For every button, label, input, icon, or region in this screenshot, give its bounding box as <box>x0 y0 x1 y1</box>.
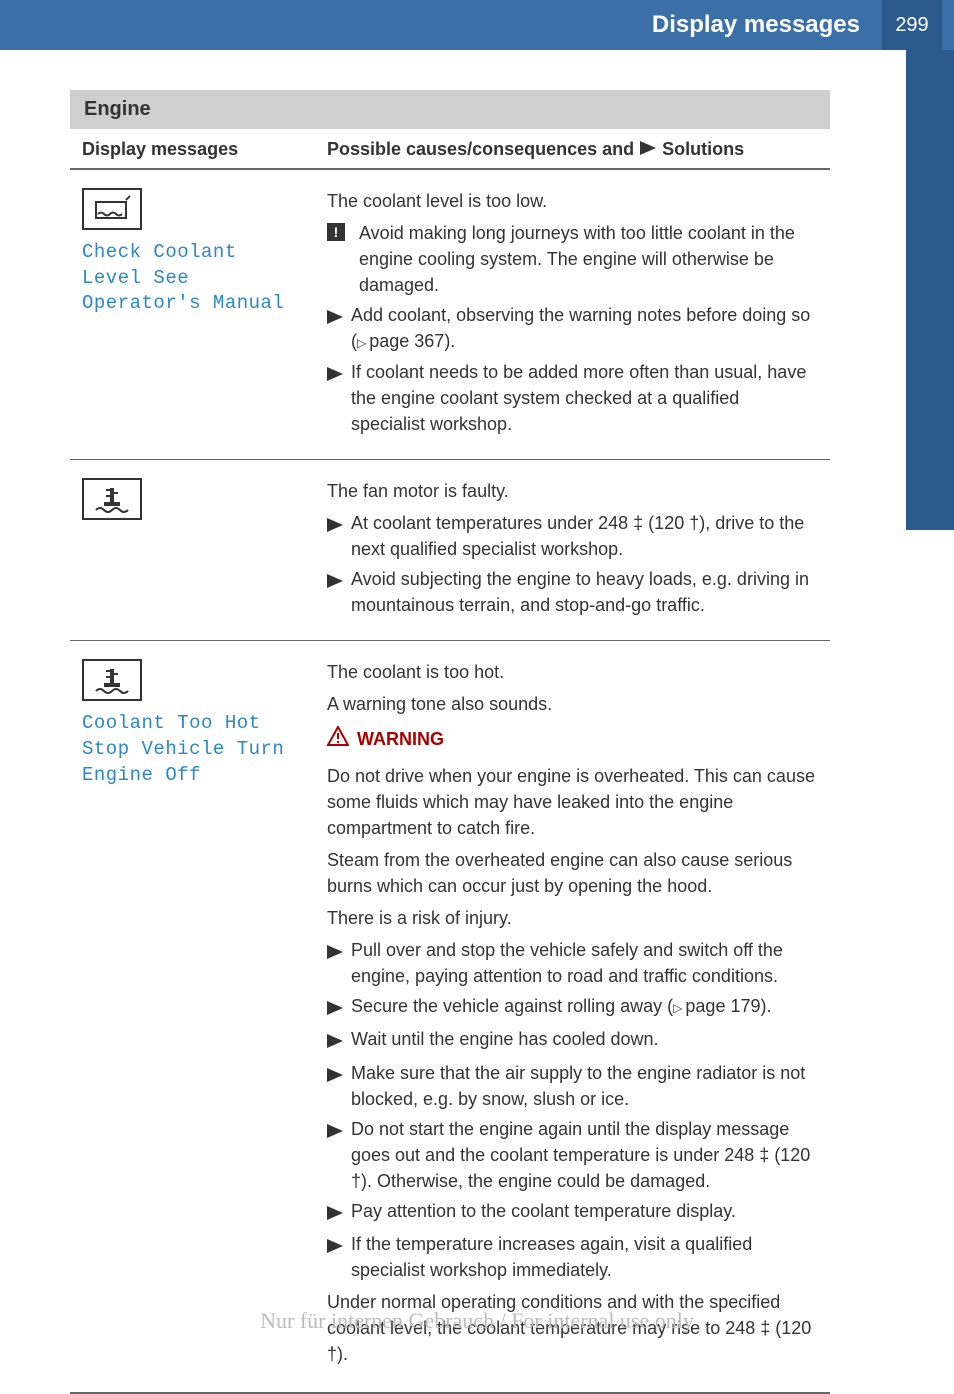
warning-note: ! Avoid making long journeys with too li… <box>327 220 818 298</box>
display-message-text: Check Coolant Level See Operator's Manua… <box>82 240 327 317</box>
step-item: Pull over and stop the vehicle safely an… <box>327 937 818 989</box>
row-right: The coolant level is too low. ! Avoid ma… <box>327 188 818 441</box>
lead-text: The coolant level is too low. <box>327 188 818 214</box>
table-row: The fan motor is faulty. At coolant temp… <box>70 460 830 641</box>
warning-paragraph: Steam from the overheated engine can als… <box>327 847 818 899</box>
lead-text: The fan motor is faulty. <box>327 478 818 504</box>
lead-text: The coolant is too hot. <box>327 659 818 685</box>
step-item: If coolant needs to be added more often … <box>327 359 818 437</box>
step-item: Add coolant, observing the warning notes… <box>327 302 818 354</box>
triangle-icon <box>327 1234 343 1260</box>
row-left: Coolant Too Hot Stop Vehicle Turn Engine… <box>82 659 327 1373</box>
side-tab-label: On-board computer and displays <box>946 130 954 506</box>
footer-watermark: Nur für internen Gebrauch / For internal… <box>0 1308 954 1334</box>
header-bar: Display messages 299 <box>0 0 954 50</box>
step-item: Secure the vehicle against rolling away … <box>327 993 818 1022</box>
table-header-col2-a: Possible causes/consequences and <box>327 139 634 160</box>
triangle-icon <box>327 569 343 595</box>
table-header-col2: Possible causes/consequences and Solutio… <box>327 139 744 160</box>
lead-text: A warning tone also sounds. <box>327 691 818 717</box>
step-item: If the temperature increases again, visi… <box>327 1231 818 1283</box>
warning-paragraph: Do not drive when your engine is overhea… <box>327 763 818 841</box>
warning-paragraph: There is a risk of injury. <box>327 905 818 931</box>
section-title: Engine <box>70 90 830 129</box>
triangle-icon <box>640 139 656 160</box>
row-left: Check Coolant Level See Operator's Manua… <box>82 188 327 441</box>
step-item: At coolant temperatures under 248 ‡ (120… <box>327 510 818 562</box>
row-left <box>82 478 327 622</box>
row-right: The coolant is too hot. A warning tone a… <box>327 659 818 1373</box>
table-header: Display messages Possible causes/consequ… <box>70 129 830 170</box>
triangle-icon <box>327 996 343 1022</box>
display-message-text: Coolant Too Hot Stop Vehicle Turn Engine… <box>82 711 327 788</box>
step-item: Avoid subjecting the engine to heavy loa… <box>327 566 818 618</box>
step-item: Make sure that the air supply to the eng… <box>327 1060 818 1112</box>
triangle-icon <box>327 362 343 388</box>
coolant-level-icon <box>82 188 142 230</box>
triangle-icon <box>327 305 343 331</box>
step-item: Do not start the engine again until the … <box>327 1116 818 1194</box>
header-title: Display messages <box>652 11 860 39</box>
row-right: The fan motor is faulty. At coolant temp… <box>327 478 818 622</box>
warning-triangle-icon <box>327 726 349 753</box>
warning-heading: WARNING <box>327 726 818 753</box>
triangle-icon <box>327 1029 343 1055</box>
page-number: 299 <box>882 0 942 50</box>
table-header-col2-b: Solutions <box>662 139 744 160</box>
step-item: Wait until the engine has cooled down. <box>327 1026 818 1055</box>
coolant-temp-icon <box>82 478 142 520</box>
triangle-icon <box>327 1119 343 1145</box>
exclamation-icon: ! <box>327 223 345 241</box>
table-row: Check Coolant Level See Operator's Manua… <box>70 170 830 460</box>
coolant-temp-icon <box>82 659 142 701</box>
triangle-icon <box>327 1201 343 1227</box>
table-row: Coolant Too Hot Stop Vehicle Turn Engine… <box>70 641 830 1393</box>
step-item: Pay attention to the coolant temperature… <box>327 1198 818 1227</box>
main-content: Engine Display messages Possible causes/… <box>0 50 890 1394</box>
triangle-icon <box>327 940 343 966</box>
triangle-icon <box>327 513 343 539</box>
table-header-col1: Display messages <box>82 139 327 160</box>
triangle-icon <box>327 1063 343 1089</box>
